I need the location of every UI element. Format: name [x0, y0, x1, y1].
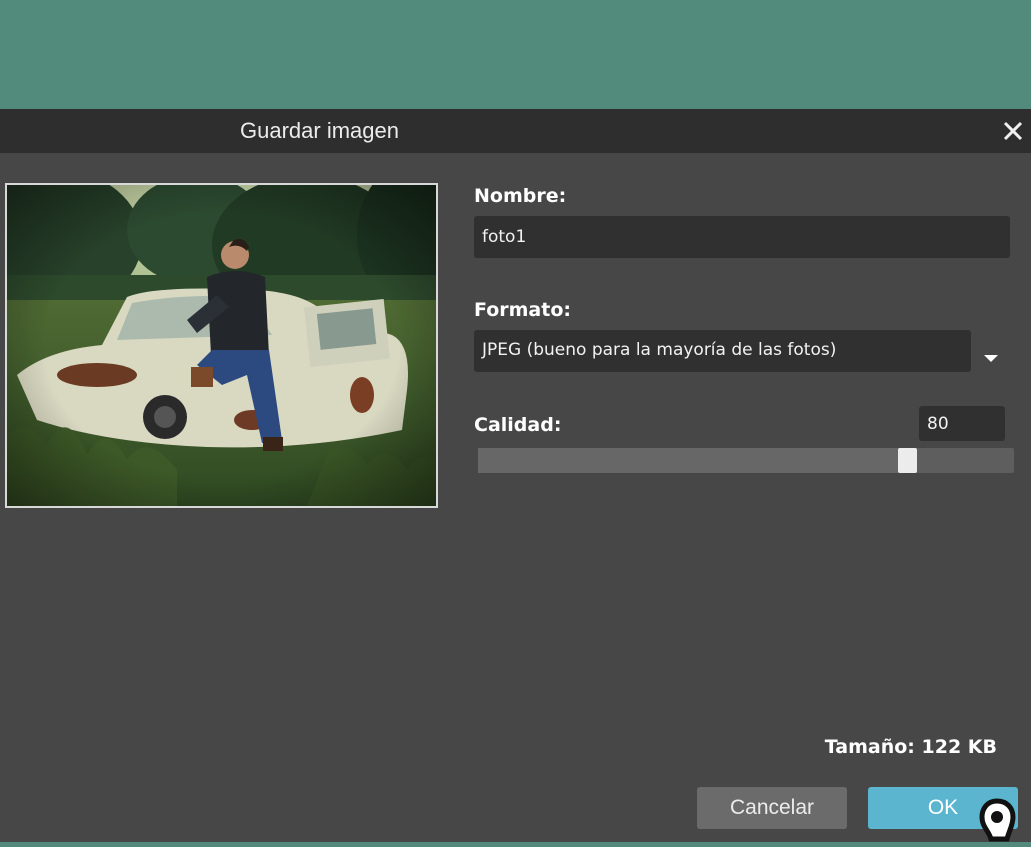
image-preview: [5, 183, 438, 508]
chevron-down-icon[interactable]: [983, 348, 999, 362]
quality-slider-fill: [478, 448, 907, 473]
name-input[interactable]: [474, 216, 1010, 258]
dialog-title: Guardar imagen: [240, 118, 399, 143]
cancel-button[interactable]: Cancelar: [697, 787, 847, 829]
quality-label: Calidad:: [474, 414, 562, 436]
quality-slider-thumb[interactable]: [897, 448, 917, 473]
save-image-dialog: Guardar imagen Nombre: foto1 Formato: JP…: [0, 109, 1031, 842]
quality-input[interactable]: [919, 406, 1005, 441]
format-label: Formato:: [474, 299, 571, 321]
close-icon[interactable]: [999, 117, 1027, 145]
format-selected-value: JPEG (bueno para la mayoría de las fotos…: [482, 340, 837, 360]
quality-slider[interactable]: [478, 448, 1014, 473]
name-label: Nombre:: [474, 185, 567, 207]
hand-cursor-icon: [979, 798, 1016, 842]
file-size: Tamaño: 122 KB: [824, 736, 997, 758]
format-select[interactable]: JPEG (bueno para la mayoría de las fotos…: [474, 330, 971, 372]
dialog-titlebar: Guardar imagen: [0, 109, 1031, 153]
